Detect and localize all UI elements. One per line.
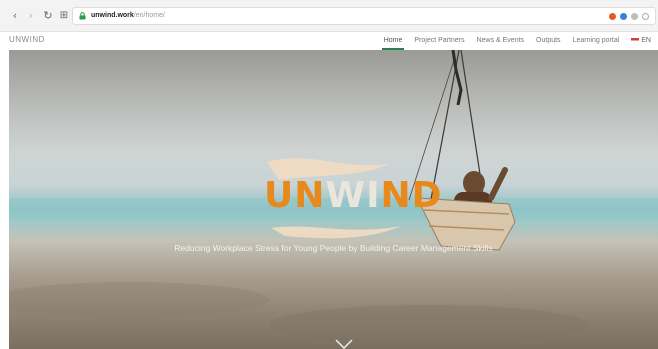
language-label: EN [641,37,651,44]
hero-logo: UNWIND [264,176,443,216]
nav-outputs[interactable]: Outputs [536,32,561,50]
flag-icon [631,37,640,43]
apps-icon[interactable]: ⊞ [58,10,70,22]
nav-home[interactable]: Home [381,32,405,50]
shield-icon[interactable] [620,12,627,20]
hero-banner: UNWIND Reducing Workplace Stress for You… [9,50,658,349]
heart-icon[interactable] [642,12,649,20]
extension-icons [609,9,649,23]
hero-tagline: Reducing Workplace Stress for Young Peop… [174,243,493,253]
url-path: /en/home/ [133,12,165,19]
adblock-icon[interactable] [609,12,616,20]
site-logo[interactable]: UNWIND [9,35,45,44]
nav-learning-portal[interactable]: Learning portal [573,32,620,50]
site-navbar: UNWIND Home Project Partners News & Even… [0,32,658,50]
language-switcher[interactable]: EN [631,32,651,50]
lock-icon [79,12,86,20]
cast-icon[interactable] [631,12,638,20]
back-icon[interactable]: ‹ [9,10,21,22]
hero-logo-part-a: UN [264,175,326,216]
hero-logo-part-b: WI [325,175,381,216]
browser-toolbar: ‹ › ↻ ⊞ unwind.work/en/home/ [0,0,658,32]
address-bar[interactable]: unwind.work/en/home/ [72,7,656,25]
nav-news-events[interactable]: News & Events [477,32,524,50]
reload-icon[interactable]: ↻ [42,10,54,22]
chevron-down-icon[interactable] [334,338,354,349]
nav-project-partners[interactable]: Project Partners [414,32,464,50]
url-host: unwind.work [91,12,134,19]
main-nav: Home Project Partners News & Events Outp… [381,32,651,50]
hero-logo-part-c: ND [380,175,443,216]
forward-icon[interactable]: › [25,10,37,22]
